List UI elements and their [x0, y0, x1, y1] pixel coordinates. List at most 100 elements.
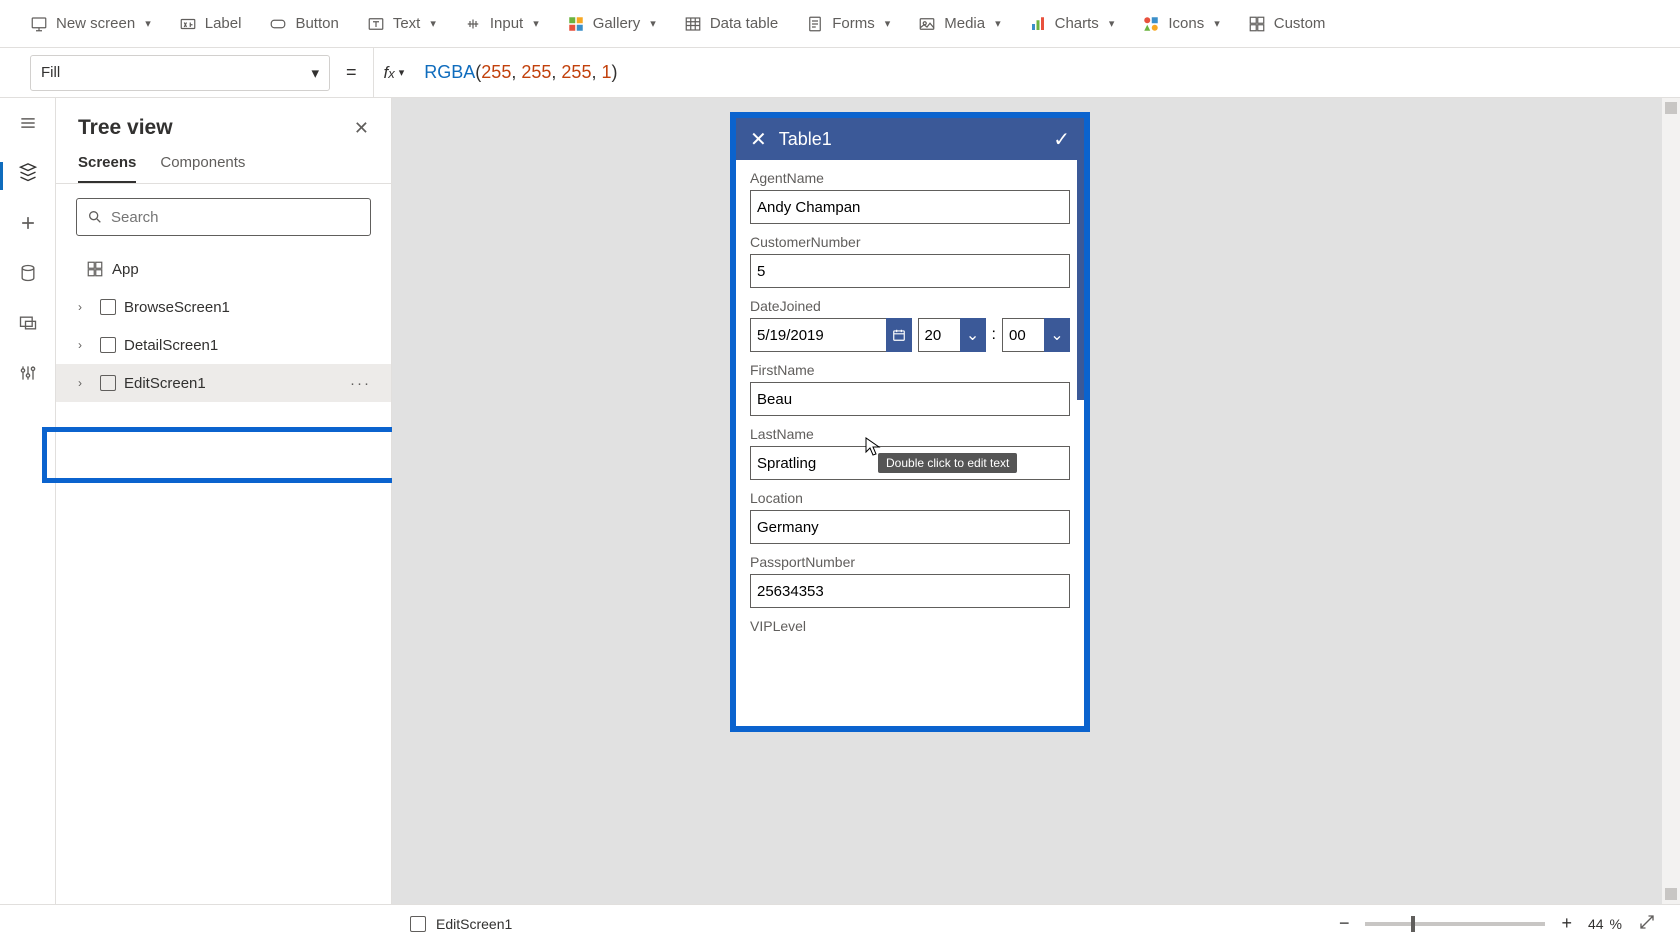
close-icon[interactable]: ✕ — [750, 127, 767, 152]
screen-icon — [100, 375, 116, 391]
phone-preview: ✕ Table1 ✓ AgentName Andy Champan Custom… — [730, 112, 1090, 732]
field-agentname: AgentName Andy Champan — [750, 170, 1070, 224]
media-icon[interactable] — [17, 312, 39, 334]
formula-bar: Fill ▾ = fx ▾ RGBA(255, 255, 255, 1) — [0, 48, 1680, 98]
close-icon[interactable]: ✕ — [354, 118, 369, 139]
media-icon — [918, 15, 936, 33]
forms-button[interactable]: Forms ▾ — [806, 15, 890, 33]
button-label: Button — [295, 15, 338, 32]
advanced-icon[interactable] — [17, 362, 39, 384]
charts-icon — [1029, 15, 1047, 33]
scroll-down-icon[interactable] — [1665, 888, 1677, 900]
fx-button[interactable]: fx ▾ — [373, 48, 415, 97]
passportnumber-input[interactable]: 25634353 — [750, 574, 1070, 608]
more-icon[interactable]: ··· — [350, 375, 371, 392]
tree-node-detailscreen[interactable]: › DetailScreen1 — [56, 326, 391, 364]
chevron-down-icon[interactable]: ⌄ — [960, 318, 986, 352]
form-scrollbar[interactable] — [1077, 160, 1084, 400]
button-button[interactable]: Button — [269, 15, 338, 33]
zoom-out-button[interactable]: − — [1339, 913, 1350, 934]
tree-search[interactable] — [76, 198, 371, 236]
tree-node-app[interactable]: App — [56, 250, 391, 288]
new-screen-label: New screen — [56, 15, 135, 32]
customernumber-input[interactable]: 5 — [750, 254, 1070, 288]
search-icon — [87, 209, 103, 225]
property-selector[interactable]: Fill ▾ — [30, 55, 330, 91]
location-input[interactable]: Germany — [750, 510, 1070, 544]
chevron-down-icon: ▾ — [533, 17, 539, 30]
scroll-up-icon[interactable] — [1665, 102, 1677, 114]
chevron-down-icon[interactable]: ⌄ — [1044, 318, 1070, 352]
search-input[interactable] — [111, 209, 360, 226]
field-label: CustomerNumber — [750, 234, 1070, 250]
expand-icon[interactable]: › — [78, 300, 92, 314]
expand-icon[interactable]: › — [78, 338, 92, 352]
agentname-input[interactable]: Andy Champan — [750, 190, 1070, 224]
custom-button[interactable]: Custom — [1248, 15, 1326, 33]
tab-components[interactable]: Components — [160, 154, 245, 183]
zoom-pct: % — [1610, 916, 1622, 932]
fx-label: fx — [384, 63, 395, 83]
field-label: AgentName — [750, 170, 1070, 186]
datatable-label: Data table — [710, 15, 778, 32]
field-viplevel: VIPLevel — [750, 618, 1070, 634]
tree-view-panel: Tree view ✕ Screens Components App › Bro… — [56, 98, 392, 904]
insert-icon[interactable] — [17, 212, 39, 234]
screen-icon — [100, 337, 116, 353]
field-label: FirstName — [750, 362, 1070, 378]
tree-view-icon[interactable] — [17, 162, 39, 184]
icons-icon — [1142, 15, 1160, 33]
field-lastname: LastName Spratling — [750, 426, 1070, 480]
button-icon — [269, 15, 287, 33]
media-button[interactable]: Media ▾ — [918, 15, 1000, 33]
formula-expression[interactable]: RGBA(255, 255, 255, 1) — [424, 62, 617, 83]
hamburger-icon[interactable] — [17, 112, 39, 134]
text-label: Text — [393, 15, 421, 32]
firstname-input[interactable]: Beau — [750, 382, 1070, 416]
field-customernumber: CustomerNumber 5 — [750, 234, 1070, 288]
tab-screens[interactable]: Screens — [78, 154, 136, 183]
new-screen-button[interactable]: New screen ▾ — [30, 15, 151, 33]
field-passportnumber: PassportNumber 25634353 — [750, 554, 1070, 608]
tree-node-label: EditScreen1 — [124, 375, 206, 392]
field-label: PassportNumber — [750, 554, 1070, 570]
field-firstname: FirstName Beau — [750, 362, 1070, 416]
tree-node-editscreen[interactable]: › EditScreen1 ··· — [56, 364, 391, 402]
zoom-slider[interactable] — [1365, 922, 1545, 926]
gallery-button[interactable]: Gallery ▾ — [567, 15, 656, 33]
input-button[interactable]: Input ▾ — [464, 15, 539, 33]
lastname-input[interactable]: Spratling — [750, 446, 1070, 480]
zoom-in-button[interactable]: + — [1561, 913, 1572, 934]
charts-button[interactable]: Charts ▾ — [1029, 15, 1115, 33]
chevron-down-icon: ▾ — [995, 17, 1001, 30]
fit-screen-icon[interactable] — [1638, 913, 1656, 934]
gallery-icon — [567, 15, 585, 33]
tree-title: Tree view — [78, 116, 173, 140]
form-titlebar: ✕ Table1 ✓ — [736, 118, 1084, 160]
zoom-value: 44 — [1588, 916, 1604, 932]
screen-icon — [100, 299, 116, 315]
design-canvas[interactable]: ✕ Table1 ✓ AgentName Andy Champan Custom… — [392, 98, 1680, 904]
forms-label: Forms — [832, 15, 875, 32]
data-icon[interactable] — [17, 262, 39, 284]
datatable-button[interactable]: Data table — [684, 15, 778, 33]
text-button[interactable]: Text ▾ — [367, 15, 436, 33]
tree-node-browsescreen[interactable]: › BrowseScreen1 — [56, 288, 391, 326]
tree-node-label: BrowseScreen1 — [124, 299, 230, 316]
chevron-down-icon: ▾ — [399, 66, 405, 79]
icons-label: Icons — [1168, 15, 1204, 32]
slider-knob[interactable] — [1411, 916, 1415, 932]
icons-button[interactable]: Icons ▾ — [1142, 15, 1219, 33]
field-label: DateJoined — [750, 298, 1070, 314]
form-title: Table1 — [767, 129, 1053, 150]
expand-icon[interactable]: › — [78, 376, 92, 390]
canvas-scrollbar[interactable] — [1662, 98, 1680, 904]
check-icon[interactable]: ✓ — [1053, 127, 1070, 152]
calendar-icon[interactable] — [886, 318, 912, 352]
label-button[interactable]: Label — [179, 15, 242, 33]
text-icon — [367, 15, 385, 33]
fn-name: RGBA — [424, 62, 475, 82]
forms-icon — [806, 15, 824, 33]
field-label: Location — [750, 490, 1070, 506]
chevron-down-icon: ▾ — [311, 64, 319, 82]
